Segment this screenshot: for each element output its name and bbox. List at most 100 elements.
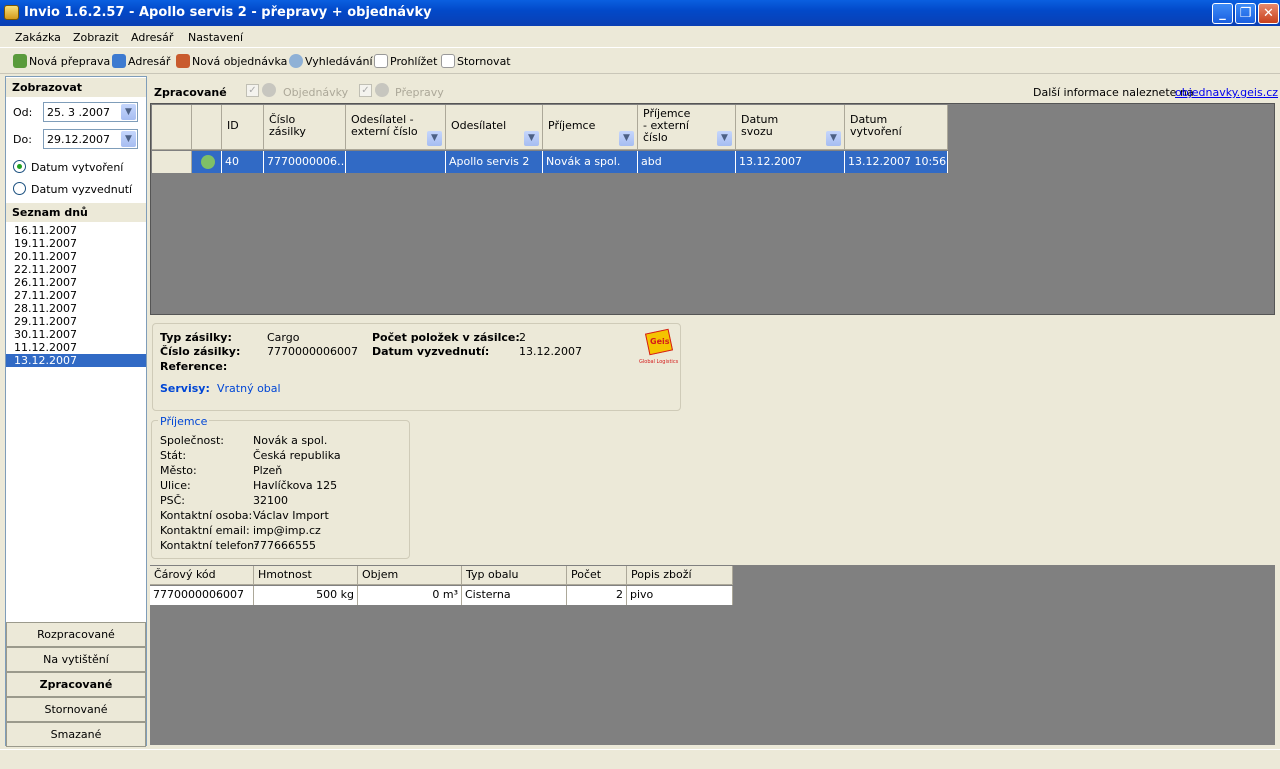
radio-created-date[interactable] bbox=[13, 160, 26, 173]
column-weight[interactable]: Hmotnost bbox=[254, 566, 358, 585]
day-list-item[interactable]: 28.11.2007 bbox=[6, 302, 146, 315]
cell-created[interactable]: 13.12.2007 10:56 bbox=[845, 151, 948, 173]
column-created[interactable]: Datum vytvoření bbox=[845, 105, 948, 150]
info-link[interactable]: objednavky.geis.cz bbox=[1175, 86, 1278, 99]
nav-in-progress[interactable]: Rozpracované bbox=[6, 622, 146, 647]
cell-volume[interactable]: 0 m³ bbox=[358, 586, 462, 605]
info-text: Další informace naleznete na bbox=[1033, 86, 1194, 99]
radio-pickup-label[interactable]: Datum vyzvednutí bbox=[31, 183, 132, 196]
items-grid[interactable]: Čárový kód Hmotnost Objem Typ obalu Poče… bbox=[150, 565, 1275, 745]
window-title: Invio 1.6.2.57 - Apollo servis 2 - přepr… bbox=[24, 5, 432, 20]
column-package-type[interactable]: Typ obalu bbox=[462, 566, 567, 585]
cell-description[interactable]: pivo bbox=[627, 586, 733, 605]
cancel-button[interactable]: Stornovat bbox=[441, 54, 511, 68]
browse-button[interactable]: Prohlížet bbox=[374, 54, 437, 68]
minimize-button[interactable]: _ bbox=[1212, 3, 1233, 24]
column-description[interactable]: Popis zboží bbox=[627, 566, 733, 585]
day-list-item[interactable]: 11.12.2007 bbox=[6, 341, 146, 354]
day-list-item[interactable]: 20.11.2007 bbox=[6, 250, 146, 263]
chevron-down-icon[interactable]: ▼ bbox=[427, 131, 442, 146]
cell-sender[interactable]: Apollo servis 2 bbox=[446, 151, 543, 173]
type-label: Typ zásilky: bbox=[160, 331, 232, 344]
cell-barcode[interactable]: 7770000006007 bbox=[150, 586, 254, 605]
truck-icon bbox=[13, 54, 27, 68]
services-label: Servisy: bbox=[160, 382, 210, 395]
cell-count[interactable]: 2 bbox=[567, 586, 627, 605]
close-button[interactable]: ✕ bbox=[1258, 3, 1279, 24]
menu-adresar[interactable]: Adresář bbox=[131, 31, 173, 44]
column-recipient-ext[interactable]: Příjemce - externí číslo ▼ bbox=[638, 105, 736, 150]
search-button[interactable]: Vyhledávání bbox=[289, 54, 373, 68]
restore-button[interactable]: ❐ bbox=[1235, 3, 1256, 24]
cell-id[interactable]: 40 bbox=[222, 151, 264, 173]
radio-pickup-date[interactable] bbox=[13, 182, 26, 195]
cancel-document-icon bbox=[441, 54, 455, 68]
search-icon bbox=[289, 54, 303, 68]
column-sender-ext[interactable]: Odesílatel - externí číslo ▼ bbox=[346, 105, 446, 150]
chevron-down-icon[interactable]: ▼ bbox=[121, 131, 136, 147]
cell-recipient[interactable]: Novák a spol. bbox=[543, 151, 638, 173]
column-id[interactable]: ID bbox=[222, 105, 264, 150]
app-icon bbox=[4, 5, 19, 20]
new-order-button[interactable]: Nová objednávka bbox=[176, 54, 287, 68]
menu-zakazka[interactable]: Zakázka bbox=[15, 31, 61, 44]
column-count[interactable]: Počet bbox=[567, 566, 627, 585]
column-pickup-date[interactable]: Datum svozu ▼ bbox=[736, 105, 845, 150]
day-list-item[interactable]: 29.11.2007 bbox=[6, 315, 146, 328]
cell-pickup-date[interactable]: 13.12.2007 bbox=[736, 151, 845, 173]
menu-nastaveni[interactable]: Nastavení bbox=[188, 31, 243, 44]
nav-cancelled[interactable]: Stornované bbox=[6, 697, 146, 722]
cell-recipient-ext[interactable]: abd bbox=[638, 151, 736, 173]
menu-zobrazit[interactable]: Zobrazit bbox=[73, 31, 119, 44]
orders-checkbox[interactable]: ✓ bbox=[246, 84, 259, 97]
chevron-down-icon[interactable]: ▼ bbox=[826, 131, 841, 146]
to-label: Do: bbox=[13, 133, 32, 146]
chevron-down-icon[interactable]: ▼ bbox=[524, 131, 539, 146]
column-recipient[interactable]: Příjemce ▼ bbox=[543, 105, 638, 150]
shipments-grid[interactable]: ID Číslo zásilky Odesílatel - externí čí… bbox=[150, 103, 1275, 315]
new-transport-button[interactable]: Nová přeprava bbox=[13, 54, 110, 68]
day-list-item[interactable]: 19.11.2007 bbox=[6, 237, 146, 250]
day-list-item[interactable]: 27.11.2007 bbox=[6, 289, 146, 302]
city-label: Město: bbox=[160, 464, 197, 477]
toolbar: Nová přeprava Adresář Nová objednávka Vy… bbox=[0, 49, 1280, 74]
day-list-item[interactable]: 30.11.2007 bbox=[6, 328, 146, 341]
radio-created-label[interactable]: Datum vytvoření bbox=[31, 161, 123, 174]
cell-package-type[interactable]: Cisterna bbox=[462, 586, 567, 605]
table-row[interactable] bbox=[192, 151, 222, 173]
transports-checkbox[interactable]: ✓ bbox=[359, 84, 372, 97]
transport-row-icon bbox=[201, 155, 215, 169]
zip-value: 32100 bbox=[253, 494, 288, 507]
cell-shipment-number[interactable]: 7770000006… bbox=[264, 151, 346, 173]
country-label: Stát: bbox=[160, 449, 187, 462]
orders-filter-label[interactable]: Objednávky bbox=[283, 86, 348, 99]
contact-value: Václav Import bbox=[253, 509, 329, 522]
chevron-down-icon[interactable]: ▼ bbox=[121, 104, 136, 120]
day-list-item[interactable]: 13.12.2007 bbox=[6, 354, 146, 367]
chevron-down-icon[interactable]: ▼ bbox=[619, 131, 634, 146]
to-date-picker[interactable]: 29.12.2007 ▼ bbox=[43, 129, 138, 149]
cell-weight[interactable]: 500 kg bbox=[254, 586, 358, 605]
title-bar[interactable]: Invio 1.6.2.57 - Apollo servis 2 - přepr… bbox=[0, 0, 1280, 26]
display-heading: Zobrazovat bbox=[6, 78, 146, 97]
phone-value: 777666555 bbox=[253, 539, 316, 552]
cell-sender-ext[interactable] bbox=[346, 151, 446, 173]
day-list-item[interactable]: 22.11.2007 bbox=[6, 263, 146, 276]
day-list-item[interactable]: 26.11.2007 bbox=[6, 276, 146, 289]
number-label: Číslo zásilky: bbox=[160, 345, 241, 358]
main-header: Zpracované ✓ Objednávky ✓ Přepravy Další… bbox=[150, 80, 1278, 102]
nav-to-print[interactable]: Na vytištění bbox=[6, 647, 146, 672]
column-volume[interactable]: Objem bbox=[358, 566, 462, 585]
from-date-picker[interactable]: 25. 3 .2007 ▼ bbox=[43, 102, 138, 122]
nav-deleted[interactable]: Smazané bbox=[6, 722, 146, 747]
transports-filter-label[interactable]: Přepravy bbox=[395, 86, 444, 99]
orders-icon bbox=[262, 83, 276, 97]
chevron-down-icon[interactable]: ▼ bbox=[717, 131, 732, 146]
row-selector[interactable] bbox=[152, 151, 192, 173]
day-list-item[interactable]: 16.11.2007 bbox=[6, 224, 146, 237]
column-shipment-number[interactable]: Číslo zásilky bbox=[264, 105, 346, 150]
address-book-button[interactable]: Adresář bbox=[112, 54, 170, 68]
column-barcode[interactable]: Čárový kód bbox=[150, 566, 254, 585]
nav-processed[interactable]: Zpracované bbox=[6, 672, 146, 697]
column-sender[interactable]: Odesílatel ▼ bbox=[446, 105, 543, 150]
